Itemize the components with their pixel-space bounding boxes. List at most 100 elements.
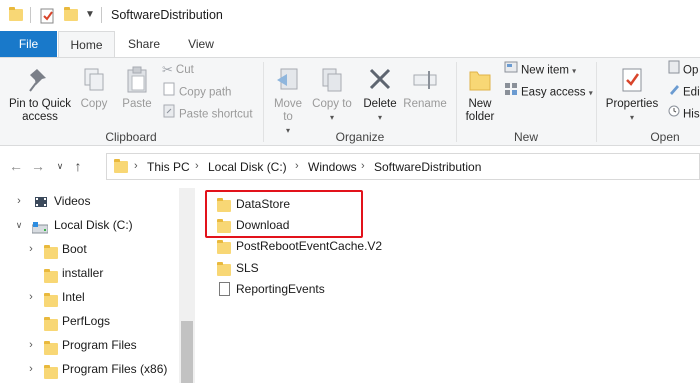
rename-button[interactable]: Rename [402,66,448,111]
copy-icon [84,68,104,91]
breadcrumb-separator-icon: › [134,160,138,172]
tree-item-label: Local Disk (C:) [54,218,133,232]
window-title: SoftwareDistribution [111,8,223,22]
breadcrumb-local-disk[interactable]: Local Disk (C:) [208,160,287,174]
breadcrumb-windows[interactable]: Windows [308,160,357,174]
tree-item-label: PerfLogs [62,314,111,328]
group-separator [596,62,597,142]
expand-chevron-icon[interactable]: › [14,190,24,212]
breadcrumb-separator-icon: › [195,160,199,172]
copy-to-button[interactable]: Copy to ▾ [312,66,352,124]
properties-button[interactable]: Properties ▾ [602,66,662,124]
tree-item-boot[interactable]: › Boot [0,238,178,260]
tree-item-intel[interactable]: › Intel [0,286,178,308]
clipboard-group-label: Clipboard [105,130,157,144]
rename-label: Rename [403,98,447,110]
breadcrumb-this-pc[interactable]: This PC [147,160,190,174]
new-group-label: New [513,130,538,144]
paste-shortcut-icon [162,104,176,125]
pin-to-quick-access-button[interactable]: Pin to Quick access [4,66,76,124]
paste-button[interactable]: Paste [118,66,156,111]
easy-access-icon [504,82,518,103]
organize-group-label: Organize [335,130,385,144]
tree-item-videos[interactable]: › Videos [0,190,178,212]
expand-chevron-icon[interactable]: › [26,358,36,380]
scrollbar-thumb[interactable] [181,321,193,383]
collapse-chevron-icon[interactable]: ∨ [14,214,24,236]
history-button[interactable]: His [668,104,700,124]
tree-item-installer[interactable]: installer [0,262,178,284]
tab-share[interactable]: Share [120,31,168,57]
rename-icon [413,71,437,89]
properties-icon [622,68,642,92]
pin-label: Pin to Quick access [9,98,71,123]
tab-home[interactable]: Home [58,31,115,58]
tree-item-program-files[interactable]: › Program Files [0,334,178,356]
customize-toolbar-icon[interactable]: ▼ [85,9,95,20]
folder-icon [217,261,231,283]
tree-item-label: installer [62,266,104,280]
paste-shortcut-button[interactable]: Paste shortcut [162,104,253,124]
delete-button[interactable]: Delete ▾ [360,66,400,124]
new-folder-quick-icon[interactable] [64,7,78,24]
open-icon [668,60,680,81]
tree-item-label: Program Files [62,338,137,352]
history-label: His [683,108,700,121]
file-name: SLS [236,261,259,275]
dropdown-caret-icon: ▾ [572,66,577,76]
tree-item-label: Videos [54,194,91,208]
file-name: PostRebootEventCache.V2 [236,239,383,253]
videos-icon [34,194,48,216]
paste-icon [127,66,147,93]
tab-file[interactable]: File [0,31,57,57]
delete-label: Delete [363,98,397,110]
copy-button[interactable]: Copy [76,66,112,111]
cut-button[interactable]: ✂ Cut [162,60,194,80]
folder-icon [44,364,58,383]
delete-x-icon [369,68,391,90]
history-icon [668,104,680,125]
file-name: ReportingEvents [236,282,325,296]
copy-path-button[interactable]: Copy path [162,82,231,102]
open-label: Op [683,64,699,77]
dropdown-caret-icon: ▾ [329,113,334,122]
breadcrumb-softwaredistribution[interactable]: SoftwareDistribution [374,160,481,174]
title-bar: ▼ SoftwareDistribution [0,0,700,31]
nav-pane-scrollbar[interactable] [179,188,195,383]
easy-access-button[interactable]: Easy access ▾ [504,82,593,102]
folder-icon [9,7,23,24]
tree-item-program-files-x86[interactable]: › Program Files (x86) [0,358,178,380]
edit-label: Edi [683,86,700,99]
new-folder-button[interactable]: New folder [460,66,500,124]
move-to-label: Move to [273,98,303,123]
edit-button[interactable]: Edi [668,82,700,102]
new-folder-label: New folder [465,98,495,123]
navigation-pane: › Videos ∨ Local Disk (C:) › Boot instal… [0,188,195,383]
recent-locations-chevron-icon[interactable]: ∨ [52,161,68,172]
expand-chevron-icon[interactable]: › [26,286,36,308]
expand-chevron-icon[interactable]: › [26,334,36,356]
new-item-button[interactable]: New item ▾ [504,60,576,80]
forward-arrow-icon[interactable]: → [30,158,46,174]
properties-quick-icon[interactable] [40,8,56,27]
open-button[interactable]: Op [668,60,698,80]
tree-item-label: Intel [62,290,85,304]
toolbar-separator [30,7,31,23]
copy-path-label: Copy path [179,86,232,99]
up-arrow-icon[interactable]: ↑ [70,158,86,174]
tab-view[interactable]: View [176,31,226,57]
dropdown-caret-icon: ▾ [377,113,382,122]
address-folder-icon [114,159,128,176]
expand-chevron-icon[interactable]: › [26,238,36,260]
tree-item-perflogs[interactable]: PerfLogs [0,310,178,332]
move-to-button[interactable]: Move to ▾ [268,66,308,137]
highlight-box [205,190,363,238]
paste-label: Paste [122,98,152,110]
new-item-icon [504,60,518,81]
tree-item-local-disk[interactable]: ∨ Local Disk (C:) [0,214,178,236]
document-icon [219,281,230,303]
copy-path-icon [162,82,176,103]
address-bar[interactable]: › This PC › Local Disk (C:) › Windows › … [106,153,700,180]
copy-to-label: Copy to [312,98,352,110]
back-arrow-icon[interactable]: ← [8,158,24,174]
